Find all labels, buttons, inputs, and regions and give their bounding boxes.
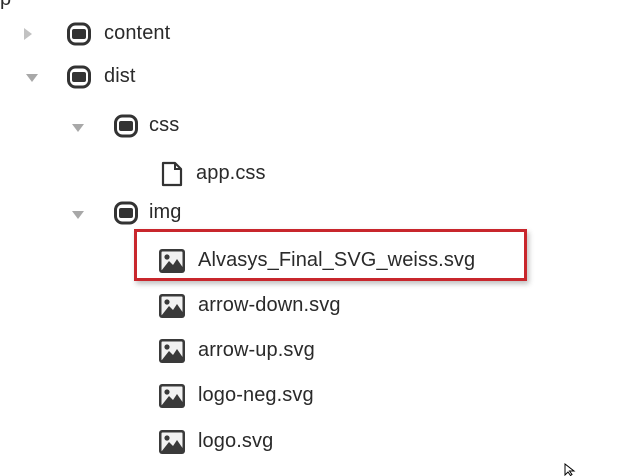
tree-item-dist[interactable]: dist	[0, 57, 240, 97]
tree-item-label: img	[149, 201, 182, 223]
chevron-down-icon[interactable]	[70, 207, 86, 223]
image-icon	[157, 382, 187, 410]
clipped-text: p	[0, 0, 11, 11]
tree-item-img[interactable]: img	[0, 194, 240, 234]
mouse-pointer-icon	[564, 462, 576, 476]
tree-item-app-css[interactable]: app.css	[0, 152, 300, 192]
tree-item-alvasys-final-svg-weiss[interactable]: Alvasys_Final_SVG_weiss.svg	[0, 240, 520, 280]
tree-item-logo-svg[interactable]: logo.svg	[0, 421, 400, 461]
image-icon	[157, 292, 187, 320]
chevron-right-icon[interactable]	[20, 26, 36, 42]
tree-item-css[interactable]: css	[0, 107, 240, 147]
tree-item-logo-neg-svg[interactable]: logo-neg.svg	[0, 375, 400, 415]
folder-icon	[66, 22, 92, 46]
tree-item-label: arrow-up.svg	[198, 339, 315, 361]
file-icon	[159, 160, 185, 188]
chevron-down-icon[interactable]	[70, 120, 86, 136]
tree-item-label: logo.svg	[198, 430, 274, 452]
image-icon	[157, 247, 187, 275]
tree-item-label: logo-neg.svg	[198, 384, 314, 406]
tree-item-arrow-down-svg[interactable]: arrow-down.svg	[0, 285, 400, 325]
folder-icon	[113, 114, 139, 138]
tree-item-label: dist	[104, 65, 136, 87]
tree-item-label: content	[104, 22, 171, 44]
tree-item-label: arrow-down.svg	[198, 294, 341, 316]
tree-item-content[interactable]: content	[0, 14, 240, 54]
tree-item-arrow-up-svg[interactable]: arrow-up.svg	[0, 330, 400, 370]
tree-item-label: css	[149, 114, 180, 136]
tree-item-label: Alvasys_Final_SVG_weiss.svg	[198, 249, 476, 271]
chevron-down-icon[interactable]	[24, 70, 40, 86]
image-icon	[157, 428, 187, 456]
folder-icon	[66, 65, 92, 89]
image-icon	[157, 337, 187, 365]
file-tree-panel: p content dist css app.css	[0, 0, 621, 476]
tree-item-label: app.css	[196, 162, 266, 184]
folder-icon	[113, 201, 139, 225]
